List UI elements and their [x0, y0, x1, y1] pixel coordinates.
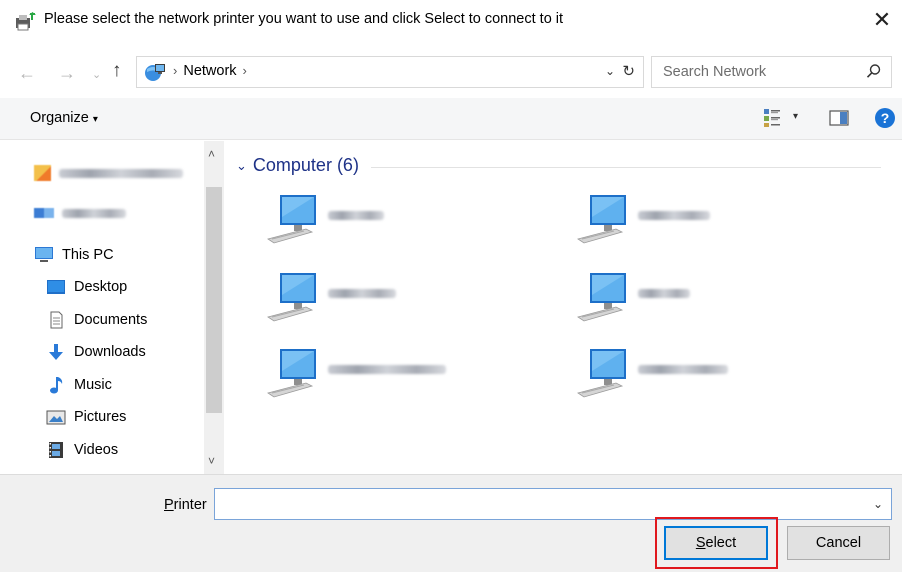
breadcrumb-network[interactable]: Network: [183, 63, 236, 79]
redacted-computer-name: [638, 211, 710, 220]
redacted-computer-name: [328, 289, 396, 298]
redacted-computer-name: [328, 211, 384, 220]
nav-item-videos[interactable]: Videos: [46, 436, 118, 464]
computer-item[interactable]: [266, 269, 526, 329]
title-bar: Please select the network printer you wa…: [0, 0, 902, 40]
recent-locations-chevron-icon[interactable]: ⌄: [92, 66, 101, 84]
nav-item-this-pc[interactable]: This PC: [34, 241, 114, 269]
scroll-up-icon[interactable]: ˄: [208, 147, 215, 161]
computer-item[interactable]: [266, 345, 526, 405]
computer-item[interactable]: [576, 191, 836, 251]
address-toolbar: ← → ⌄ ↑ › Network › ⌄ ↻: [0, 40, 902, 106]
navigation-pane: This PC Desktop Documents Downloads Musi…: [0, 141, 226, 474]
scroll-thumb[interactable]: [206, 187, 222, 413]
computer-icon: [577, 273, 626, 322]
breadcrumb-separator-icon: ›: [173, 63, 178, 78]
close-icon: ✕: [872, 7, 892, 32]
printer-label: Printer: [164, 497, 207, 513]
group-title: Computer (6): [252, 155, 359, 175]
select-button[interactable]: Select: [664, 526, 768, 560]
forward-button[interactable]: →: [58, 64, 76, 82]
computer-icon: [267, 273, 316, 322]
nav-item-documents[interactable]: Documents: [46, 306, 147, 334]
nav-item-label: Documents: [74, 312, 148, 328]
downloads-icon: [49, 344, 63, 360]
preview-pane-icon[interactable]: [829, 110, 849, 126]
this-pc-icon: [35, 247, 53, 262]
breadcrumb: › Network ›: [167, 63, 253, 79]
organize-label: Organize: [30, 110, 89, 126]
videos-icon: [49, 442, 63, 458]
organize-caret-icon: ▾: [92, 114, 98, 125]
network-icon: [145, 64, 165, 81]
printer-label-rest: rinter: [173, 497, 207, 513]
printer-label-accesskey: P: [164, 497, 174, 513]
select-accesskey: S: [695, 535, 706, 551]
quick-access-folder-icon: [34, 165, 51, 181]
refresh-icon[interactable]: ↻: [622, 62, 635, 80]
redacted-computer-name: [638, 365, 728, 374]
collapse-chevron-icon: ⌄: [236, 157, 247, 173]
printer-dropdown-icon[interactable]: ⌄: [873, 497, 883, 511]
search-box: [651, 56, 892, 88]
cancel-button[interactable]: Cancel: [787, 526, 890, 560]
nav-item-music[interactable]: Music: [46, 371, 112, 399]
printer-input[interactable]: [215, 489, 855, 519]
change-view-icon[interactable]: [763, 108, 781, 128]
address-dropdown-icon[interactable]: ⌄: [605, 64, 615, 78]
search-icon[interactable]: [866, 63, 882, 79]
group-header-computer[interactable]: ⌄ Computer (6): [236, 155, 359, 176]
printer-app-icon: [16, 12, 36, 31]
nav-item-desktop[interactable]: Desktop: [46, 273, 127, 301]
nav-scrollbar[interactable]: ˄ ˅: [204, 141, 224, 474]
redacted-computer-name: [638, 289, 690, 298]
scroll-down-icon[interactable]: ˅: [208, 454, 215, 468]
nav-item-onedrive[interactable]: [34, 199, 126, 227]
search-input[interactable]: [652, 57, 857, 87]
nav-item-quick-access[interactable]: [34, 159, 183, 187]
nav-item-label: Pictures: [74, 409, 127, 425]
printer-combobox[interactable]: ⌄: [214, 488, 892, 520]
command-bar: Organize ▾ ▾ ?: [0, 98, 902, 140]
redacted-label: [59, 168, 183, 178]
computer-item[interactable]: [576, 345, 836, 405]
computer-icon: [577, 195, 626, 244]
nav-item-label: This PC: [62, 247, 114, 263]
redacted-label: [62, 208, 126, 218]
desktop-folder-icon: [47, 280, 65, 294]
organize-menu[interactable]: Organize ▾: [30, 110, 98, 126]
nav-item-label: Videos: [74, 442, 119, 458]
address-box[interactable]: › Network › ⌄ ↻: [136, 56, 644, 88]
group-divider: [371, 167, 881, 168]
pictures-icon: [46, 410, 66, 425]
redacted-computer-name: [328, 365, 446, 374]
computer-item[interactable]: [576, 269, 836, 329]
computer-icon: [577, 349, 626, 398]
view-options-caret-icon[interactable]: ▾: [793, 111, 798, 122]
computer-icon: [267, 195, 316, 244]
back-button[interactable]: ←: [18, 64, 36, 82]
nav-item-label: Music: [74, 377, 112, 393]
music-icon: [50, 377, 63, 394]
nav-item-label: Desktop: [74, 279, 128, 295]
up-button[interactable]: ↑: [112, 61, 122, 80]
content-pane: ⌄ Computer (6): [226, 141, 902, 474]
nav-item-pictures[interactable]: Pictures: [46, 403, 126, 431]
select-label-rest: elect: [705, 535, 737, 551]
nav-item-label: Downloads: [74, 344, 146, 360]
window-title: Please select the network printer you wa…: [44, 11, 564, 27]
documents-icon: [50, 311, 63, 329]
help-icon[interactable]: ?: [875, 108, 895, 128]
close-button[interactable]: ✕: [862, 0, 902, 40]
cloud-folder-icon: [34, 208, 54, 218]
breadcrumb-separator-icon[interactable]: ›: [243, 63, 247, 78]
nav-item-downloads[interactable]: Downloads: [46, 338, 146, 366]
computer-item[interactable]: [266, 191, 526, 251]
computer-icon: [267, 349, 316, 398]
